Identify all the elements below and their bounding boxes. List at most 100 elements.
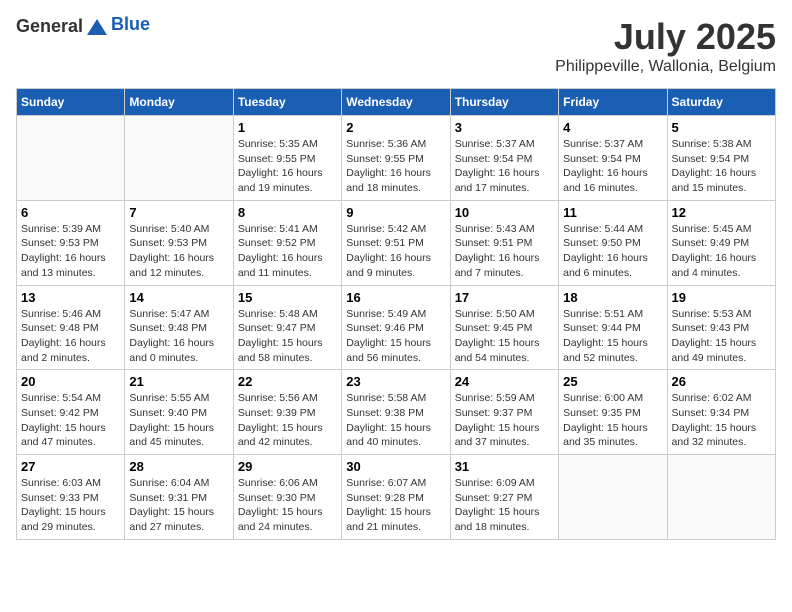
day-info: Sunrise: 6:07 AMSunset: 9:28 PMDaylight:… (346, 477, 431, 533)
day-number: 30 (346, 459, 445, 474)
calendar-cell: 26 Sunrise: 6:02 AMSunset: 9:34 PMDaylig… (667, 370, 775, 455)
weekday-header-thursday: Thursday (450, 89, 558, 116)
day-info: Sunrise: 5:55 AMSunset: 9:40 PMDaylight:… (129, 392, 214, 448)
day-info: Sunrise: 5:51 AMSunset: 9:44 PMDaylight:… (563, 308, 648, 364)
month-title: July 2025 (555, 16, 776, 58)
day-number: 4 (563, 120, 662, 135)
calendar-cell: 24 Sunrise: 5:59 AMSunset: 9:37 PMDaylig… (450, 370, 558, 455)
weekday-header-friday: Friday (559, 89, 667, 116)
day-info: Sunrise: 5:50 AMSunset: 9:45 PMDaylight:… (455, 308, 540, 364)
calendar-cell: 19 Sunrise: 5:53 AMSunset: 9:43 PMDaylig… (667, 285, 775, 370)
day-number: 6 (21, 205, 120, 220)
day-info: Sunrise: 5:37 AMSunset: 9:54 PMDaylight:… (455, 138, 540, 194)
day-number: 1 (238, 120, 337, 135)
calendar-cell: 28 Sunrise: 6:04 AMSunset: 9:31 PMDaylig… (125, 455, 233, 540)
day-info: Sunrise: 6:06 AMSunset: 9:30 PMDaylight:… (238, 477, 323, 533)
page-header: General Blue July 2025 Philippeville, Wa… (16, 16, 776, 76)
weekday-header-tuesday: Tuesday (233, 89, 341, 116)
calendar-cell: 15 Sunrise: 5:48 AMSunset: 9:47 PMDaylig… (233, 285, 341, 370)
day-number: 15 (238, 290, 337, 305)
day-number: 20 (21, 374, 120, 389)
calendar-cell: 2 Sunrise: 5:36 AMSunset: 9:55 PMDayligh… (342, 116, 450, 201)
calendar-cell: 7 Sunrise: 5:40 AMSunset: 9:53 PMDayligh… (125, 200, 233, 285)
calendar-cell: 16 Sunrise: 5:49 AMSunset: 9:46 PMDaylig… (342, 285, 450, 370)
day-number: 7 (129, 205, 228, 220)
calendar-cell: 23 Sunrise: 5:58 AMSunset: 9:38 PMDaylig… (342, 370, 450, 455)
day-info: Sunrise: 6:03 AMSunset: 9:33 PMDaylight:… (21, 477, 106, 533)
day-number: 2 (346, 120, 445, 135)
day-info: Sunrise: 5:56 AMSunset: 9:39 PMDaylight:… (238, 392, 323, 448)
calendar-week-row: 27 Sunrise: 6:03 AMSunset: 9:33 PMDaylig… (17, 455, 776, 540)
day-info: Sunrise: 5:48 AMSunset: 9:47 PMDaylight:… (238, 308, 323, 364)
calendar-cell: 29 Sunrise: 6:06 AMSunset: 9:30 PMDaylig… (233, 455, 341, 540)
calendar-week-row: 20 Sunrise: 5:54 AMSunset: 9:42 PMDaylig… (17, 370, 776, 455)
day-info: Sunrise: 6:04 AMSunset: 9:31 PMDaylight:… (129, 477, 214, 533)
day-number: 8 (238, 205, 337, 220)
day-number: 22 (238, 374, 337, 389)
day-info: Sunrise: 5:47 AMSunset: 9:48 PMDaylight:… (129, 308, 214, 364)
calendar-cell (17, 116, 125, 201)
logo-blue-text: Blue (111, 14, 150, 35)
calendar-cell: 11 Sunrise: 5:44 AMSunset: 9:50 PMDaylig… (559, 200, 667, 285)
calendar-cell: 3 Sunrise: 5:37 AMSunset: 9:54 PMDayligh… (450, 116, 558, 201)
weekday-header-sunday: Sunday (17, 89, 125, 116)
calendar-cell: 10 Sunrise: 5:43 AMSunset: 9:51 PMDaylig… (450, 200, 558, 285)
calendar-cell: 31 Sunrise: 6:09 AMSunset: 9:27 PMDaylig… (450, 455, 558, 540)
day-number: 9 (346, 205, 445, 220)
calendar-cell: 18 Sunrise: 5:51 AMSunset: 9:44 PMDaylig… (559, 285, 667, 370)
calendar-cell: 13 Sunrise: 5:46 AMSunset: 9:48 PMDaylig… (17, 285, 125, 370)
logo-icon (85, 17, 109, 37)
calendar-cell: 30 Sunrise: 6:07 AMSunset: 9:28 PMDaylig… (342, 455, 450, 540)
calendar-cell: 8 Sunrise: 5:41 AMSunset: 9:52 PMDayligh… (233, 200, 341, 285)
day-number: 23 (346, 374, 445, 389)
day-number: 31 (455, 459, 554, 474)
day-info: Sunrise: 5:38 AMSunset: 9:54 PMDaylight:… (672, 138, 757, 194)
day-info: Sunrise: 5:39 AMSunset: 9:53 PMDaylight:… (21, 223, 106, 279)
calendar-week-row: 1 Sunrise: 5:35 AMSunset: 9:55 PMDayligh… (17, 116, 776, 201)
day-number: 29 (238, 459, 337, 474)
day-number: 16 (346, 290, 445, 305)
day-info: Sunrise: 5:53 AMSunset: 9:43 PMDaylight:… (672, 308, 757, 364)
day-number: 10 (455, 205, 554, 220)
day-number: 21 (129, 374, 228, 389)
day-number: 11 (563, 205, 662, 220)
calendar-cell: 6 Sunrise: 5:39 AMSunset: 9:53 PMDayligh… (17, 200, 125, 285)
day-number: 14 (129, 290, 228, 305)
calendar-cell: 21 Sunrise: 5:55 AMSunset: 9:40 PMDaylig… (125, 370, 233, 455)
day-info: Sunrise: 5:35 AMSunset: 9:55 PMDaylight:… (238, 138, 323, 194)
day-info: Sunrise: 5:49 AMSunset: 9:46 PMDaylight:… (346, 308, 431, 364)
day-info: Sunrise: 5:59 AMSunset: 9:37 PMDaylight:… (455, 392, 540, 448)
calendar-cell (667, 455, 775, 540)
title-area: July 2025 Philippeville, Wallonia, Belgi… (555, 16, 776, 76)
calendar-cell: 1 Sunrise: 5:35 AMSunset: 9:55 PMDayligh… (233, 116, 341, 201)
day-info: Sunrise: 5:44 AMSunset: 9:50 PMDaylight:… (563, 223, 648, 279)
day-info: Sunrise: 6:02 AMSunset: 9:34 PMDaylight:… (672, 392, 757, 448)
day-info: Sunrise: 5:40 AMSunset: 9:53 PMDaylight:… (129, 223, 214, 279)
calendar-cell: 5 Sunrise: 5:38 AMSunset: 9:54 PMDayligh… (667, 116, 775, 201)
day-info: Sunrise: 5:36 AMSunset: 9:55 PMDaylight:… (346, 138, 431, 194)
day-number: 3 (455, 120, 554, 135)
day-info: Sunrise: 5:46 AMSunset: 9:48 PMDaylight:… (21, 308, 106, 364)
calendar-cell: 17 Sunrise: 5:50 AMSunset: 9:45 PMDaylig… (450, 285, 558, 370)
day-info: Sunrise: 5:37 AMSunset: 9:54 PMDaylight:… (563, 138, 648, 194)
calendar-cell: 9 Sunrise: 5:42 AMSunset: 9:51 PMDayligh… (342, 200, 450, 285)
calendar-cell (559, 455, 667, 540)
weekday-header-monday: Monday (125, 89, 233, 116)
day-info: Sunrise: 6:09 AMSunset: 9:27 PMDaylight:… (455, 477, 540, 533)
calendar-week-row: 6 Sunrise: 5:39 AMSunset: 9:53 PMDayligh… (17, 200, 776, 285)
calendar-cell: 25 Sunrise: 6:00 AMSunset: 9:35 PMDaylig… (559, 370, 667, 455)
day-info: Sunrise: 5:42 AMSunset: 9:51 PMDaylight:… (346, 223, 431, 279)
day-number: 13 (21, 290, 120, 305)
calendar-week-row: 13 Sunrise: 5:46 AMSunset: 9:48 PMDaylig… (17, 285, 776, 370)
day-number: 27 (21, 459, 120, 474)
logo: General Blue (16, 16, 150, 37)
calendar-table: SundayMondayTuesdayWednesdayThursdayFrid… (16, 88, 776, 540)
day-info: Sunrise: 6:00 AMSunset: 9:35 PMDaylight:… (563, 392, 648, 448)
day-info: Sunrise: 5:58 AMSunset: 9:38 PMDaylight:… (346, 392, 431, 448)
weekday-header-saturday: Saturday (667, 89, 775, 116)
day-info: Sunrise: 5:54 AMSunset: 9:42 PMDaylight:… (21, 392, 106, 448)
calendar-cell: 22 Sunrise: 5:56 AMSunset: 9:39 PMDaylig… (233, 370, 341, 455)
calendar-cell (125, 116, 233, 201)
weekday-header-row: SundayMondayTuesdayWednesdayThursdayFrid… (17, 89, 776, 116)
day-number: 19 (672, 290, 771, 305)
